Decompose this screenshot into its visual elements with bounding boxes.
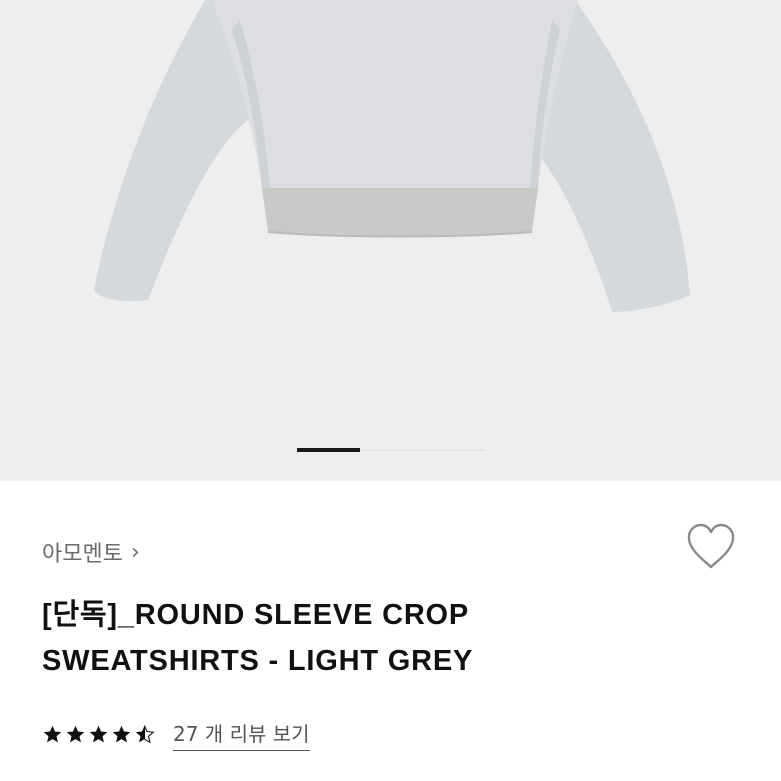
rating-stars [42,724,155,745]
pager-active-indicator [297,448,360,452]
star-icon [43,725,62,743]
product-title-line1: [단독]_ROUND SLEEVE CROP [42,599,470,631]
product-image-gallery[interactable] [0,0,781,481]
half-star-icon [135,725,155,744]
heart-outline-icon[interactable] [684,520,738,574]
brand-name: 아모멘토 [42,542,123,567]
star-icon [89,725,108,743]
pager-track [360,449,485,451]
product-title: [단독]_ROUND SLEEVE CROP SWEATSHIRTS - LIG… [42,592,642,684]
sweatshirt-image [0,0,781,481]
rating-row: 27 개 리뷰 보기 [42,718,310,751]
chevron-right-icon: › [130,539,140,565]
gallery-pager [0,448,781,454]
star-icon [66,725,85,743]
star-icon [112,725,131,743]
product-title-line2: SWEATSHIRTS - LIGHT GREY [42,645,474,677]
brand-link[interactable]: 아모멘토 › [42,536,140,568]
view-reviews-link[interactable]: 27 개 리뷰 보기 [173,718,310,751]
